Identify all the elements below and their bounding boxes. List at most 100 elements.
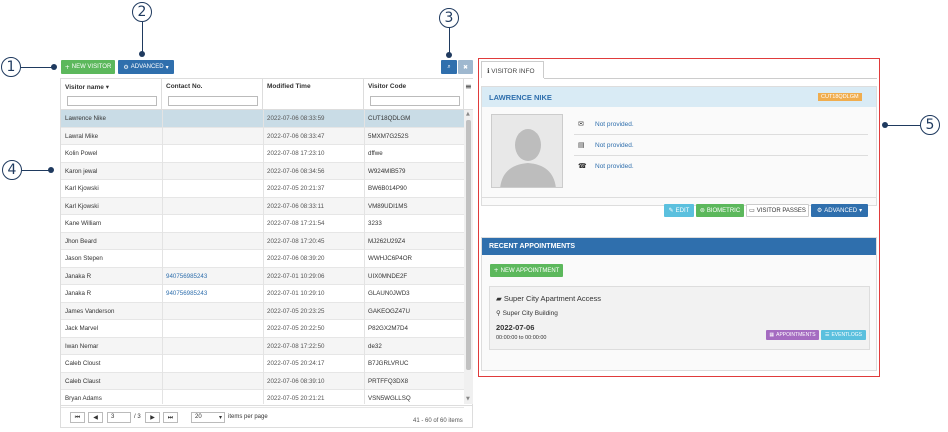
appointments-section: RECENT APPOINTMENTS + NEW APPOINTMENT ▰ S… — [481, 237, 877, 371]
caret-down-icon: ▾ — [859, 207, 863, 214]
scroll-down-icon[interactable]: ▼ — [466, 396, 470, 402]
cell-visitor-code: MJ262U29Z4 — [368, 237, 406, 245]
tab-visitor-info-label: VISITOR INFO — [491, 68, 535, 75]
search-icon: ⌕ — [447, 63, 451, 70]
appointment-date: 2022-07-06 — [496, 323, 535, 332]
cell-visitor-code: B7JGRLVRUC — [368, 360, 409, 367]
filter-input-visitor-name[interactable] — [67, 96, 157, 106]
tab-underline — [544, 78, 877, 79]
cell-visitor-name: Iwan Nemar — [65, 342, 99, 350]
callout-3-line — [449, 28, 451, 54]
visitor-passes-button[interactable]: ▭ VISITOR PASSES — [746, 204, 809, 217]
cell-modified-time: 2022-07-05 20:21:37 — [267, 185, 325, 192]
map-marker-icon: ⚲ — [496, 309, 501, 317]
eventlogs-button[interactable]: ☰ EVENTLOGS — [821, 330, 866, 340]
next-page-button[interactable]: ▶ — [145, 412, 160, 423]
cell-visitor-name: Janaka R — [65, 290, 92, 297]
plus-icon: + — [493, 267, 499, 274]
cell-visitor-name: Janaka R — [65, 272, 92, 280]
phone-value: Not provided. — [595, 163, 634, 170]
cell-modified-time: 2022-07-08 17:23:10 — [267, 150, 325, 157]
advanced-button[interactable]: ⚙ ADVANCED ▾ — [118, 60, 174, 74]
chevron-down-icon: ▾ — [218, 414, 222, 421]
pager-summary: 41 - 60 of 60 items — [413, 418, 463, 424]
cell-visitor-name: Karl Kjowski — [65, 185, 99, 192]
vertical-scrollbar[interactable]: ▲ ▼ — [464, 110, 473, 404]
per-page-select[interactable]: 20 ▾ — [191, 412, 225, 423]
cell-modified-time: 2022-07-06 08:33:59 — [267, 115, 325, 122]
edit-button[interactable]: ✎ EDIT — [664, 204, 694, 217]
biometric-button[interactable]: ⊚ BIOMETRIC — [696, 204, 744, 217]
cell-modified-time: 2022-07-06 08:33:11 — [267, 202, 324, 210]
cell-modified-time: 2022-07-05 20:22:50 — [267, 325, 325, 332]
cell-visitor-code: 3233 — [368, 220, 382, 227]
cell-visitor-code: UIX0MNDE2F — [368, 272, 408, 280]
cell-visitor-code: P82GX2M7D4 — [368, 325, 408, 332]
pass-icon: ▭ — [749, 207, 755, 214]
cell-visitor-code: W924MIB579 — [368, 167, 406, 175]
cell-modified-time: 2022-07-08 17:22:50 — [267, 342, 325, 350]
cell-visitor-code: BW6B014P90 — [368, 185, 407, 192]
appointment-card[interactable]: ▰ Super City Apartment Access ⚲ Super Ci… — [489, 286, 870, 350]
first-page-button[interactable]: ⏮ — [70, 412, 85, 423]
visitor-code-badge: CUT18QDLGM — [818, 93, 862, 101]
caret-down-icon: ▾ — [165, 63, 169, 71]
tab-visitor-info[interactable]: ℹ VISITOR INFO — [481, 61, 544, 78]
column-header-visitor-code[interactable]: Visitor Code — [364, 79, 464, 110]
cell-modified-time: 2022-07-05 20:24:17 — [267, 360, 325, 367]
eventlogs-button-label: EVENTLOGS — [831, 332, 863, 338]
filter-input-contact[interactable] — [168, 96, 258, 106]
prev-page-button[interactable]: ◀ — [88, 412, 103, 423]
cell-visitor-code: WWHJC6P4OR — [368, 255, 413, 262]
per-page-value: 20 — [195, 414, 202, 420]
appointments-button[interactable]: ▦ APPOINTMENTS — [766, 330, 819, 340]
new-visitor-button[interactable]: + NEW VISITOR — [61, 60, 115, 74]
callout-2-line — [142, 22, 144, 52]
cell-visitor-name: Jack Marvel — [65, 325, 99, 332]
visitor-card: LAWRENCE NIKE CUT18QDLGM ✉ Not provided.… — [481, 86, 877, 206]
filter-input-visitor-code[interactable] — [370, 96, 460, 106]
column-divider — [263, 110, 264, 404]
page-input[interactable]: 3 — [107, 412, 131, 423]
callout-1-line — [21, 67, 53, 69]
column-title-text: Visitor name — [65, 84, 104, 91]
search-button[interactable]: ⌕ — [441, 60, 457, 74]
info-icon: ℹ — [487, 67, 490, 75]
cell-visitor-code: VSN5WGLLSQ — [368, 395, 411, 402]
menu-icon: ≡ — [465, 82, 472, 91]
callout-5-dot — [882, 122, 888, 128]
cell-modified-time: 2022-07-01 10:29:10 — [267, 290, 325, 297]
scrollbar-thumb[interactable] — [466, 120, 471, 370]
edit-label: EDIT — [675, 207, 690, 214]
cell-modified-time: 2022-07-05 20:23:25 — [267, 307, 325, 315]
appointments-title: RECENT APPOINTMENTS — [489, 243, 576, 250]
visitor-passes-label: VISITOR PASSES — [756, 207, 806, 214]
advanced-label: ADVANCED — [130, 64, 164, 70]
callout-3-number: 3 — [444, 10, 454, 26]
column-header-contact[interactable]: Contact No. — [162, 79, 263, 110]
email-value: Not provided. — [595, 121, 634, 128]
callout-4-dot — [48, 167, 54, 173]
column-header-modified-time[interactable]: Modified Time — [263, 79, 364, 110]
new-appointment-button[interactable]: + NEW APPOINTMENT — [490, 264, 563, 277]
pager: ⏮ ◀ 3 / 3 ▶ ⏭ 20 ▾ items per page 41 - 60… — [61, 405, 472, 428]
new-visitor-label: NEW VISITOR — [71, 64, 112, 70]
column-header-visitor-name[interactable]: Visitor name ▾ — [61, 79, 162, 110]
callout-1-number: 1 — [6, 59, 16, 75]
scroll-up-icon[interactable]: ▲ — [466, 111, 470, 117]
cell-visitor-name: Kane William — [65, 220, 102, 227]
callout-4-line — [22, 170, 50, 172]
cell-visitor-code: de32 — [368, 342, 382, 350]
cell-contact: 940756985243 — [166, 290, 208, 297]
clear-filter-button[interactable]: ✖ — [458, 60, 473, 74]
cell-visitor-name: Caleb Cloust — [65, 360, 101, 367]
column-menu-button[interactable]: ≡ — [464, 79, 473, 110]
callout-4: 4 — [2, 160, 22, 180]
visitor-advanced-button[interactable]: ⚙ ADVANCED ▾ — [811, 204, 868, 217]
fingerprint-icon: ⊚ — [699, 207, 705, 214]
column-title-visitor-name: Visitor name ▾ — [65, 83, 109, 91]
biometric-label: BIOMETRIC — [706, 207, 741, 214]
cell-visitor-name: Jason Stepen — [65, 255, 103, 262]
last-page-button[interactable]: ⏭ — [163, 412, 178, 423]
sort-down-icon: ▾ — [105, 83, 109, 91]
